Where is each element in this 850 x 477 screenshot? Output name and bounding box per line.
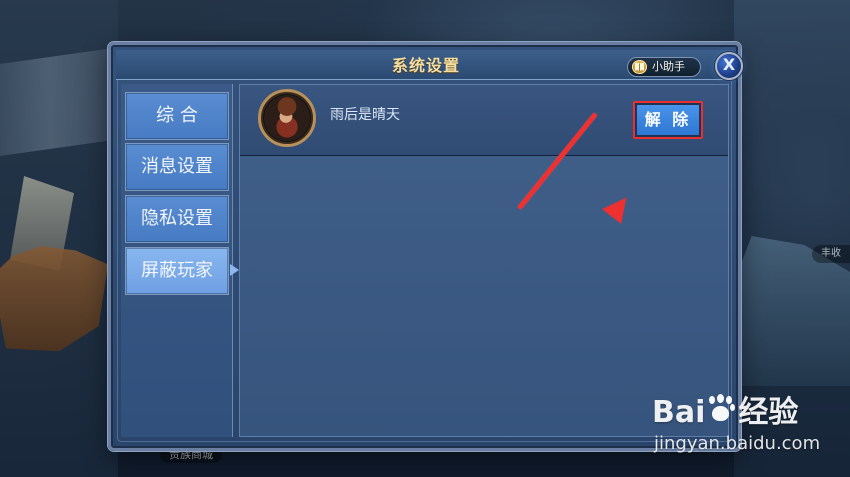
dialog-title-bar: 系统设置 小助手 X xyxy=(116,50,743,80)
close-icon: X xyxy=(722,55,736,74)
system-settings-dialog: 系统设置 小助手 X 综 合 消息设置 隐私设置 屏蔽玩家 雨后是晴天 解 除 xyxy=(108,42,743,451)
baidu-jingyan-logo: Bai 经验 xyxy=(652,392,826,434)
sidebar-item-blocked-players[interactable]: 屏蔽玩家 xyxy=(125,247,229,295)
helper-button-label: 小助手 xyxy=(652,60,685,73)
sidebar-item-message-settings[interactable]: 消息设置 xyxy=(125,143,229,191)
unblock-button-label: 解 除 xyxy=(644,110,692,129)
sidebar-item-general[interactable]: 综 合 xyxy=(125,92,229,140)
player-avatar xyxy=(258,89,316,147)
dialog-title: 系统设置 xyxy=(391,56,460,75)
active-tab-arrow xyxy=(230,264,239,276)
blocked-player-row: 雨后是晴天 解 除 xyxy=(240,85,728,156)
sidebar-item-label: 屏蔽玩家 xyxy=(141,260,213,281)
sidebar-item-label: 消息设置 xyxy=(141,156,213,177)
sidebar-item-privacy-settings[interactable]: 隐私设置 xyxy=(125,195,229,243)
background-wall xyxy=(0,48,110,156)
sidebar-item-label: 隐私设置 xyxy=(141,208,213,229)
sidebar-item-label: 综 合 xyxy=(156,105,198,126)
blocked-players-panel: 雨后是晴天 解 除 xyxy=(239,84,729,437)
unblock-button[interactable]: 解 除 xyxy=(633,101,703,139)
settings-sidebar: 综 合 消息设置 隐私设置 屏蔽玩家 xyxy=(121,84,239,437)
close-button[interactable]: X xyxy=(715,52,743,80)
watermark-brand-left: Bai xyxy=(652,395,706,430)
watermark-url: jingyan.baidu.com xyxy=(654,433,821,454)
book-icon xyxy=(632,60,647,74)
helper-button[interactable]: 小助手 xyxy=(627,57,701,77)
game-screen: 贵族商城 丰收 系统设置 小助手 X 综 合 消息设置 隐私设置 屏蔽玩家 雨后… xyxy=(0,0,850,477)
player-name: 雨后是晴天 xyxy=(330,107,400,123)
watermark-brand-right: 经验 xyxy=(738,395,799,430)
background-harvest-label: 丰收 xyxy=(812,245,850,263)
paw-icon xyxy=(707,394,736,425)
